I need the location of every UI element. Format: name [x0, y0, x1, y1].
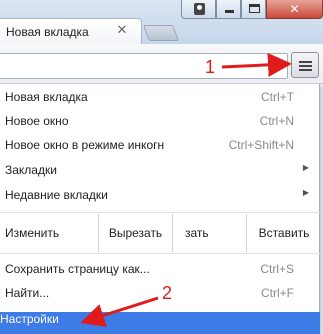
menu-item-label: Недавние вкладки [5, 188, 108, 202]
menu-item-label: Новая вкладка [5, 90, 88, 104]
cut-button-label: Вырезать [108, 226, 163, 240]
hamburger-menu-icon [299, 61, 312, 63]
user-icon [194, 3, 205, 15]
copy-button-label: зать [185, 226, 209, 240]
new-tab-button[interactable] [143, 25, 179, 41]
browser-tab[interactable]: Новая вкладка ✕ [0, 18, 142, 46]
menu-item-label: Настройки [0, 312, 59, 326]
menu-item-new-window[interactable]: Новое окно Ctrl+N [0, 109, 320, 133]
minimize-icon [225, 10, 234, 13]
menu-item-label: Сохранить страницу как... [5, 262, 150, 276]
close-window-button[interactable]: ✕ [266, 0, 323, 19]
user-profile-button[interactable] [181, 0, 216, 19]
browser-toolbar [0, 44, 323, 84]
annotation-marker-1: 1 [205, 57, 216, 77]
cut-button[interactable]: Вырезать [99, 214, 173, 252]
menu-item-label: Закладки [5, 163, 57, 177]
menu-item-label: Новое окно [5, 114, 69, 128]
annotation-marker-2: 2 [162, 283, 173, 303]
menu-item-find[interactable]: Найти... Ctrl+F [0, 281, 320, 305]
maximize-button[interactable] [241, 0, 266, 19]
menu-item-shortcut: Ctrl+N [259, 114, 294, 128]
menu-item-shortcut: Ctrl+S [260, 262, 294, 276]
tab-title: Новая вкладка [6, 25, 89, 39]
address-bar[interactable] [0, 53, 288, 79]
close-icon: ✕ [289, 2, 300, 16]
menu-separator [0, 253, 320, 254]
menu-item-label: Найти... [5, 286, 50, 300]
tab-close-icon[interactable]: ✕ [114, 22, 130, 38]
menu-item-save-page[interactable]: Сохранить страницу как... Ctrl+S [0, 257, 320, 281]
paste-button[interactable]: Вставить [247, 214, 321, 252]
menu-item-incognito[interactable]: Новое окно в режиме инкогн Ctrl+Shift+N [0, 133, 320, 157]
chrome-menu-button[interactable] [291, 52, 319, 78]
menu-item-settings[interactable]: Настройки [0, 312, 320, 334]
menu-item-label: Новое окно в режиме инкогн [5, 138, 165, 152]
chevron-right-icon: ▶ [302, 163, 309, 172]
maximize-icon [249, 4, 260, 13]
edit-row-label: Изменить [5, 226, 60, 240]
chevron-right-icon: ▶ [302, 188, 309, 197]
menu-separator [0, 212, 320, 213]
edit-button-group: Вырезать зать Вставить [98, 214, 320, 252]
hamburger-menu-icon [299, 65, 312, 67]
menu-item-bookmarks[interactable]: Закладки ▶ [0, 158, 320, 182]
minimize-button[interactable] [216, 0, 241, 19]
hamburger-menu-icon [299, 69, 312, 71]
copy-button[interactable]: зать [173, 214, 247, 252]
tab-strip: Новая вкладка ✕ ✕ [0, 0, 323, 46]
menu-item-shortcut: Ctrl+Shift+N [228, 138, 294, 152]
menu-item-new-tab[interactable]: Новая вкладка Ctrl+T [0, 85, 320, 109]
menu-item-shortcut: Ctrl+F [261, 286, 294, 300]
menu-item-recent-tabs[interactable]: Недавние вкладки ▶ [0, 183, 320, 207]
paste-button-label: Вставить [258, 226, 310, 240]
menu-item-shortcut: Ctrl+T [261, 90, 294, 104]
